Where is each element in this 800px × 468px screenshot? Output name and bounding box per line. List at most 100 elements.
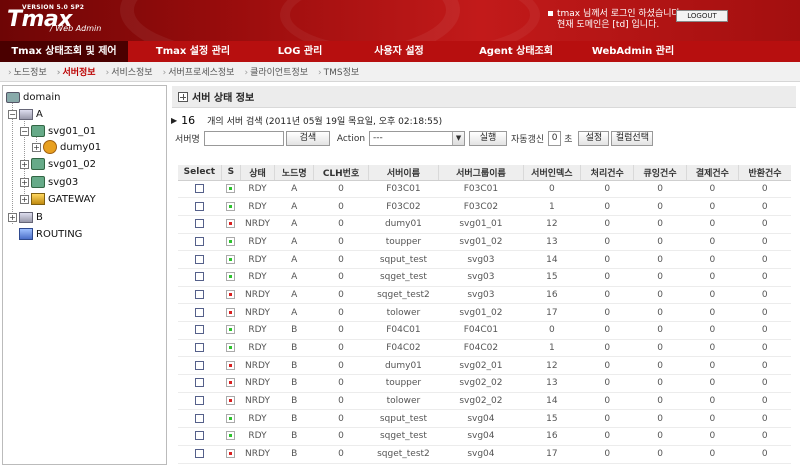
return-count-cell: 0: [738, 303, 791, 322]
table-row[interactable]: NRDY A 0 tolower svg01_02 17 0 0 0 0: [178, 303, 791, 322]
table-row[interactable]: RDY A 0 sqput_test svg03 14 0 0 0 0: [178, 250, 791, 269]
column-header[interactable]: 결제건수: [686, 165, 740, 181]
column-header[interactable]: 노드명: [274, 165, 315, 181]
table-row[interactable]: NRDY B 0 dumy01 svg02_01 12 0 0 0 0: [178, 356, 791, 376]
column-header[interactable]: Select: [178, 165, 222, 181]
select-cell: [178, 339, 222, 358]
server-group-cell: svg02_02: [438, 374, 524, 393]
column-header[interactable]: S: [221, 165, 241, 181]
column-header[interactable]: 상태: [240, 165, 276, 181]
collapse-icon[interactable]: −: [20, 126, 29, 136]
node-cell: B: [274, 356, 314, 376]
subnav-node-info[interactable]: › 노드정보: [8, 65, 47, 78]
tree-node-dumy01[interactable]: + dumy01: [32, 140, 101, 154]
table-row[interactable]: RDY B 0 F04C02 F04C02 1 0 0 0 0: [178, 339, 791, 358]
action-select[interactable]: --- ▼: [369, 131, 466, 146]
column-header[interactable]: 서버이름: [368, 165, 440, 181]
expand-icon[interactable]: +: [20, 159, 29, 169]
column-header[interactable]: CLH번호: [313, 165, 369, 181]
row-checkbox[interactable]: [195, 396, 205, 406]
nav-log[interactable]: LOG 관리: [258, 41, 342, 62]
row-checkbox[interactable]: [195, 183, 205, 193]
nav-config[interactable]: Tmax 설정 관리: [128, 41, 258, 62]
expand-icon[interactable]: +: [32, 142, 41, 152]
table-row[interactable]: NRDY A 0 dumy01 svg01_01 12 0 0 0 0: [178, 215, 791, 234]
logo-subtitle: / Web Admin: [50, 24, 102, 33]
subnav-tms-info[interactable]: › TMS정보: [318, 65, 359, 78]
server-name-cell: toupper: [368, 233, 439, 252]
auto-refresh-input[interactable]: 0: [548, 131, 562, 146]
status-indicator-icon: [226, 343, 236, 353]
table-row[interactable]: RDY B 0 sqput_test svg04 15 0 0 0 0: [178, 409, 791, 429]
collapse-icon[interactable]: −: [8, 109, 17, 119]
row-checkbox[interactable]: [195, 236, 205, 246]
subnav-server-info[interactable]: › 서버정보: [57, 65, 96, 78]
processed-count-cell: 0: [580, 392, 634, 411]
row-checkbox[interactable]: [195, 272, 205, 282]
row-checkbox[interactable]: [195, 343, 205, 353]
search-button[interactable]: 검색: [285, 131, 330, 146]
execute-button[interactable]: 실행: [469, 131, 508, 146]
tree-node-b[interactable]: + B: [8, 210, 43, 224]
nav-webadmin[interactable]: WebAdmin 관리: [576, 41, 690, 62]
column-select-button[interactable]: 컬럼선택: [611, 131, 654, 146]
tree-node-gateway[interactable]: + GATEWAY: [20, 192, 96, 206]
row-checkbox[interactable]: [195, 431, 205, 441]
subnav-server-process-info[interactable]: › 서버프로세스정보: [163, 65, 235, 78]
status-cell: [221, 286, 241, 305]
subnav-client-info[interactable]: › 클라이언트정보: [244, 65, 308, 78]
table-row[interactable]: RDY A 0 toupper svg01_02 13 0 0 0 0: [178, 233, 791, 252]
clh-cell: 0: [313, 233, 369, 252]
expand-icon[interactable]: +: [20, 177, 29, 187]
state-cell: RDY: [240, 233, 275, 252]
table-row[interactable]: NRDY B 0 tolower svg02_02 14 0 0 0 0: [178, 392, 791, 411]
chevron-down-icon[interactable]: ▼: [452, 132, 465, 145]
tree-node-svg01-02[interactable]: + svg01_02: [20, 157, 96, 171]
expand-icon[interactable]: +: [20, 194, 29, 204]
server-name-input[interactable]: [203, 131, 284, 146]
row-checkbox[interactable]: [195, 219, 205, 229]
row-checkbox[interactable]: [195, 289, 205, 299]
select-cell: [178, 427, 222, 446]
table-row[interactable]: NRDY B 0 sqget_test2 svg04 17 0 0 0 0: [178, 445, 791, 464]
table-row[interactable]: RDY A 0 sqget_test svg03 15 0 0 0 0: [178, 268, 791, 287]
state-cell: NRDY: [240, 215, 275, 234]
tree-node-routing[interactable]: ROUTING: [19, 227, 82, 241]
tree-node-svg03[interactable]: + svg03: [20, 175, 78, 189]
row-checkbox[interactable]: [195, 449, 205, 459]
node-cell: A: [274, 268, 314, 287]
tree-node-svg01-01[interactable]: − svg01_01: [20, 124, 96, 138]
row-checkbox[interactable]: [195, 360, 205, 370]
table-row[interactable]: RDY A 0 F03C02 F03C02 1 0 0 0 0: [178, 197, 791, 216]
column-header[interactable]: 서버인덱스: [523, 165, 582, 181]
column-header[interactable]: 큐잉건수: [633, 165, 687, 181]
nav-agent-status[interactable]: Agent 상태조회: [456, 41, 576, 62]
subnav-service-info[interactable]: › 서비스정보: [106, 65, 153, 78]
tree-node-domain[interactable]: domain: [6, 90, 60, 104]
sub-nav: › 노드정보 › 서버정보 › 서비스정보 › 서버프로세스정보 › 클라이언트정보 › T…: [0, 62, 800, 82]
column-header[interactable]: 서버그룹이름: [438, 165, 524, 181]
row-checkbox[interactable]: [195, 201, 205, 211]
settings-button[interactable]: 설정: [578, 131, 610, 146]
logout-button[interactable]: LOGOUT: [676, 10, 728, 22]
row-checkbox[interactable]: [195, 378, 205, 388]
tree-node-a[interactable]: − A: [8, 107, 43, 121]
table-row[interactable]: NRDY B 0 toupper svg02_02 13 0 0 0 0: [178, 374, 791, 393]
column-header[interactable]: 처리건수: [580, 165, 635, 181]
nav-status-control[interactable]: Tmax 상태조회 및 제어: [0, 41, 128, 62]
row-checkbox[interactable]: [195, 413, 205, 423]
table-row[interactable]: RDY A 0 F03C01 F03C01 0 0 0 0 0: [178, 180, 791, 199]
row-checkbox[interactable]: [195, 307, 205, 317]
table-row[interactable]: RDY B 0 sqget_test svg04 16 0 0 0 0: [178, 427, 791, 446]
state-cell: RDY: [240, 321, 275, 340]
panel-title-bar: 서버 상태 정보: [172, 86, 796, 108]
table-row[interactable]: NRDY A 0 sqget_test2 svg03 16 0 0 0 0: [178, 286, 791, 305]
column-header[interactable]: 반환건수: [738, 165, 791, 181]
table-row[interactable]: RDY B 0 F04C01 F04C01 0 0 0 0 0: [178, 321, 791, 340]
queued-count-cell: 0: [633, 286, 687, 305]
nav-user-settings[interactable]: 사용자 설정: [342, 41, 456, 62]
expand-icon[interactable]: +: [8, 212, 17, 222]
gateway-icon: [31, 193, 45, 205]
row-checkbox[interactable]: [195, 254, 205, 264]
row-checkbox[interactable]: [195, 325, 205, 335]
